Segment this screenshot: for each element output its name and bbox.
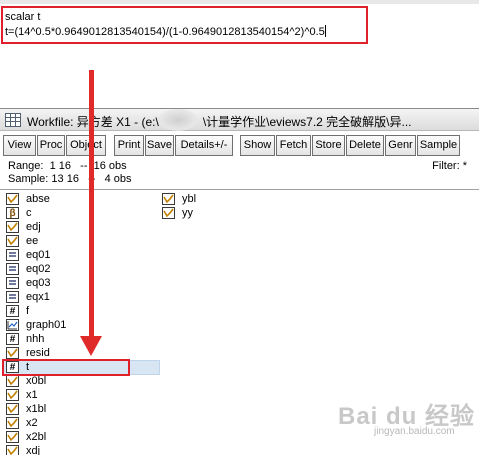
fetch-button[interactable]: Fetch — [276, 135, 311, 156]
object-item-label: yy — [182, 207, 193, 219]
workfile-toolbar: View Proc Object Print Save Details+/- S… — [0, 135, 479, 157]
series-icon — [162, 193, 175, 205]
equation-icon — [6, 249, 19, 261]
object-item-yy[interactable]: yy — [162, 206, 312, 220]
show-button[interactable]: Show — [240, 135, 275, 156]
command-line-2-text: t=(14^0.5*0.9649012813540154)/(1-0.96490… — [5, 26, 325, 38]
equation-icon — [6, 291, 19, 303]
series-icon — [6, 375, 19, 387]
series-icon — [6, 431, 19, 443]
object-item-x2bl[interactable]: x2bl — [6, 430, 156, 444]
series-icon — [6, 417, 19, 429]
equation-icon — [6, 263, 19, 275]
scalar-icon: # — [6, 305, 19, 317]
list-divider — [0, 189, 479, 190]
object-item-label: eq03 — [26, 277, 51, 289]
series-icon — [6, 235, 19, 247]
object-item-label: x1 — [26, 389, 38, 401]
series-icon — [6, 389, 19, 401]
series-icon — [6, 347, 19, 359]
object-item-label: eq02 — [26, 263, 51, 275]
object-item-x0bl[interactable]: x0bl — [6, 374, 156, 388]
genr-button[interactable]: Genr — [385, 135, 416, 156]
object-button[interactable]: Object — [66, 135, 106, 156]
coef-icon: β — [6, 207, 19, 219]
object-item-graph01[interactable]: graph01 — [6, 318, 156, 332]
blurred-region — [158, 109, 198, 131]
view-button[interactable]: View — [3, 135, 36, 156]
object-item-label: eq01 — [26, 249, 51, 261]
annotation-arrow-shaft — [89, 70, 94, 340]
object-item-label: x0bl — [26, 375, 47, 387]
object-item-label: f — [26, 305, 30, 317]
workfile-info: Range: 1 16 -- 16 obs Sample: 13 16 -- 4 … — [8, 160, 132, 186]
object-item-label: c — [26, 207, 32, 219]
print-button[interactable]: Print — [114, 135, 144, 156]
series-icon — [6, 221, 19, 233]
scalar-icon: # — [6, 333, 19, 345]
object-item-ee[interactable]: ee — [6, 234, 156, 248]
object-item-label: graph01 — [26, 319, 67, 331]
object-item-label: nhh — [26, 333, 45, 345]
filter-label[interactable]: Filter: * — [432, 160, 467, 172]
proc-button[interactable]: Proc — [37, 135, 65, 156]
series-icon — [162, 207, 175, 219]
object-item-label: edj — [26, 221, 41, 233]
object-item-eqx1[interactable]: eqx1 — [6, 290, 156, 304]
command-line-2[interactable]: t=(14^0.5*0.9649012813540154)/(1-0.96490… — [5, 25, 326, 39]
store-button[interactable]: Store — [312, 135, 345, 156]
object-item-xdj[interactable]: xdj — [6, 444, 156, 455]
object-item-c[interactable]: βc — [6, 206, 156, 220]
sample-line: Sample: 13 16 -- 4 obs — [8, 173, 132, 185]
object-item-x1[interactable]: x1 — [6, 388, 156, 402]
command-top-strip — [0, 0, 479, 4]
series-icon — [6, 445, 19, 455]
workfile-grid-icon — [5, 113, 21, 127]
workfile-title-bar[interactable]: Workfile: 异方差 X1 - (e:\ \计量学作业\eviews7.2 … — [0, 109, 479, 131]
watermark-small: jingyan.baidu.com — [374, 426, 455, 437]
object-item-edj[interactable]: edj — [6, 220, 156, 234]
object-item-eq03[interactable]: eq03 — [6, 276, 156, 290]
annotation-arrow-head — [80, 336, 102, 356]
sample-button[interactable]: Sample — [417, 135, 460, 156]
object-item-x2[interactable]: x2 — [6, 416, 156, 430]
baidu-watermark: Bai du 经验 jingyan.baidu.com — [338, 396, 476, 442]
workfile-title: Workfile: 异方差 X1 - (e:\ \计量学作业\eviews7.2 … — [27, 113, 412, 130]
text-cursor — [324, 25, 326, 37]
object-item-f[interactable]: # f — [6, 304, 156, 318]
object-item-eq02[interactable]: eq02 — [6, 262, 156, 276]
object-item-ybl[interactable]: ybl — [162, 192, 312, 206]
object-item-label: x2 — [26, 417, 38, 429]
object-item-label: abse — [26, 193, 50, 205]
annotation-highlight-t — [2, 359, 130, 376]
command-highlight-box: scalar t t=(14^0.5*0.9649012813540154)/(… — [1, 6, 368, 44]
range-line: Range: 1 16 -- 16 obs — [8, 160, 127, 172]
object-item-eq01[interactable]: eq01 — [6, 248, 156, 262]
object-item-x1bl[interactable]: x1bl — [6, 402, 156, 416]
equation-icon — [6, 277, 19, 289]
save-button[interactable]: Save — [145, 135, 174, 156]
object-item-label: ybl — [182, 193, 197, 205]
object-item-label: x1bl — [26, 403, 47, 415]
object-item-label: x2bl — [26, 431, 47, 443]
object-item-label: ee — [26, 235, 39, 247]
object-item-label: resid — [26, 347, 50, 359]
object-item-abse[interactable]: abse — [6, 192, 156, 206]
graph-icon — [6, 319, 19, 331]
command-window[interactable]: scalar t t=(14^0.5*0.9649012813540154)/(… — [0, 0, 479, 96]
workfile-title-path: \计量学作业\eviews7.2 完全破解版\异... — [202, 115, 412, 129]
series-icon — [6, 193, 19, 205]
series-icon — [6, 403, 19, 415]
details-button[interactable]: Details+/- — [175, 135, 233, 156]
object-item-label: xdj — [26, 445, 41, 455]
delete-button[interactable]: Delete — [346, 135, 384, 156]
command-line-1[interactable]: scalar t — [5, 10, 40, 24]
object-item-label: eqx1 — [26, 291, 50, 303]
